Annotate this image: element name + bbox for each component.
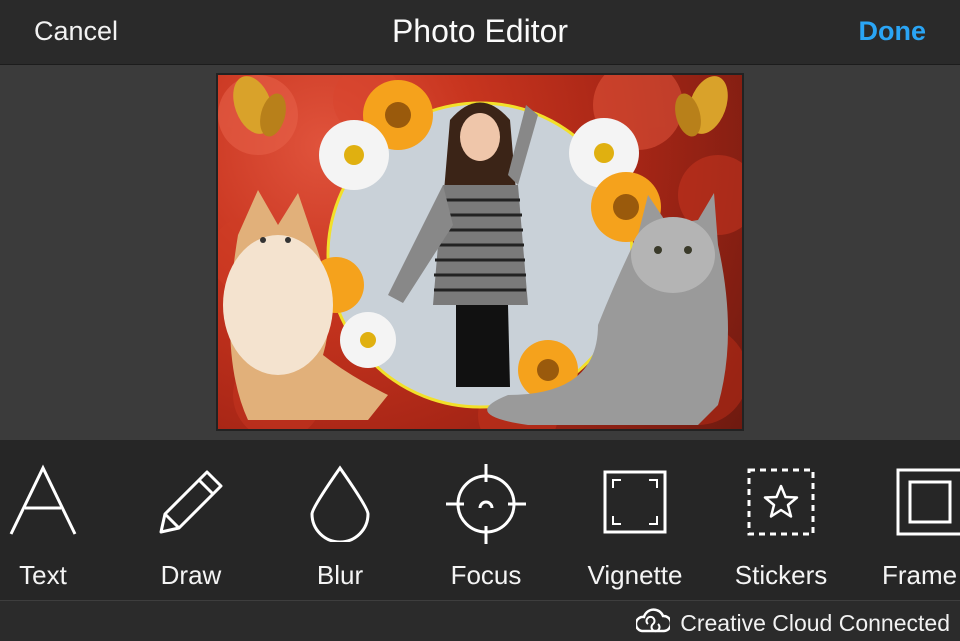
tool-frame[interactable]: Frame: [878, 440, 960, 600]
drop-icon: [300, 462, 380, 547]
done-button[interactable]: Done: [859, 16, 927, 47]
top-bar: Cancel Photo Editor Done: [0, 0, 960, 65]
star-icon: [741, 462, 821, 547]
status-text: Creative Cloud Connected: [680, 609, 950, 636]
creative-cloud-status: Creative Cloud Connected: [634, 607, 950, 639]
pencil-icon: [151, 462, 231, 547]
tool-blur[interactable]: Blur: [298, 440, 382, 600]
tool-label: Frame: [882, 560, 958, 590]
tool-label: Text: [19, 560, 67, 590]
page-title: Photo Editor: [391, 13, 569, 49]
tool-label: Vignette: [587, 560, 683, 590]
creative-cloud-icon: [634, 607, 673, 639]
tool-label: Focus: [450, 560, 522, 590]
tool-stickers[interactable]: Stickers: [728, 440, 834, 600]
text-icon: [3, 462, 83, 547]
tool-vignette[interactable]: Vignette: [580, 440, 690, 600]
vignette-icon: [595, 462, 675, 547]
frame-icon: [890, 462, 960, 547]
tool-focus[interactable]: Focus: [436, 440, 536, 600]
tool-text[interactable]: Text: [0, 440, 86, 600]
photo-illustration: [218, 75, 742, 429]
tool-draw[interactable]: Draw: [146, 440, 236, 600]
edited-photo[interactable]: [216, 73, 744, 431]
tools-bar: Text Draw Blur Focus Vignette Stickers F…: [0, 440, 960, 600]
tool-label: Blur: [316, 560, 364, 590]
butterfly-right: [675, 76, 728, 137]
canvas-area: [0, 65, 960, 440]
tool-label: Draw: [160, 560, 222, 590]
status-footer: Creative Cloud Connected: [0, 600, 960, 641]
crosshair-icon: [444, 462, 528, 551]
tool-label: Stickers: [734, 560, 828, 590]
